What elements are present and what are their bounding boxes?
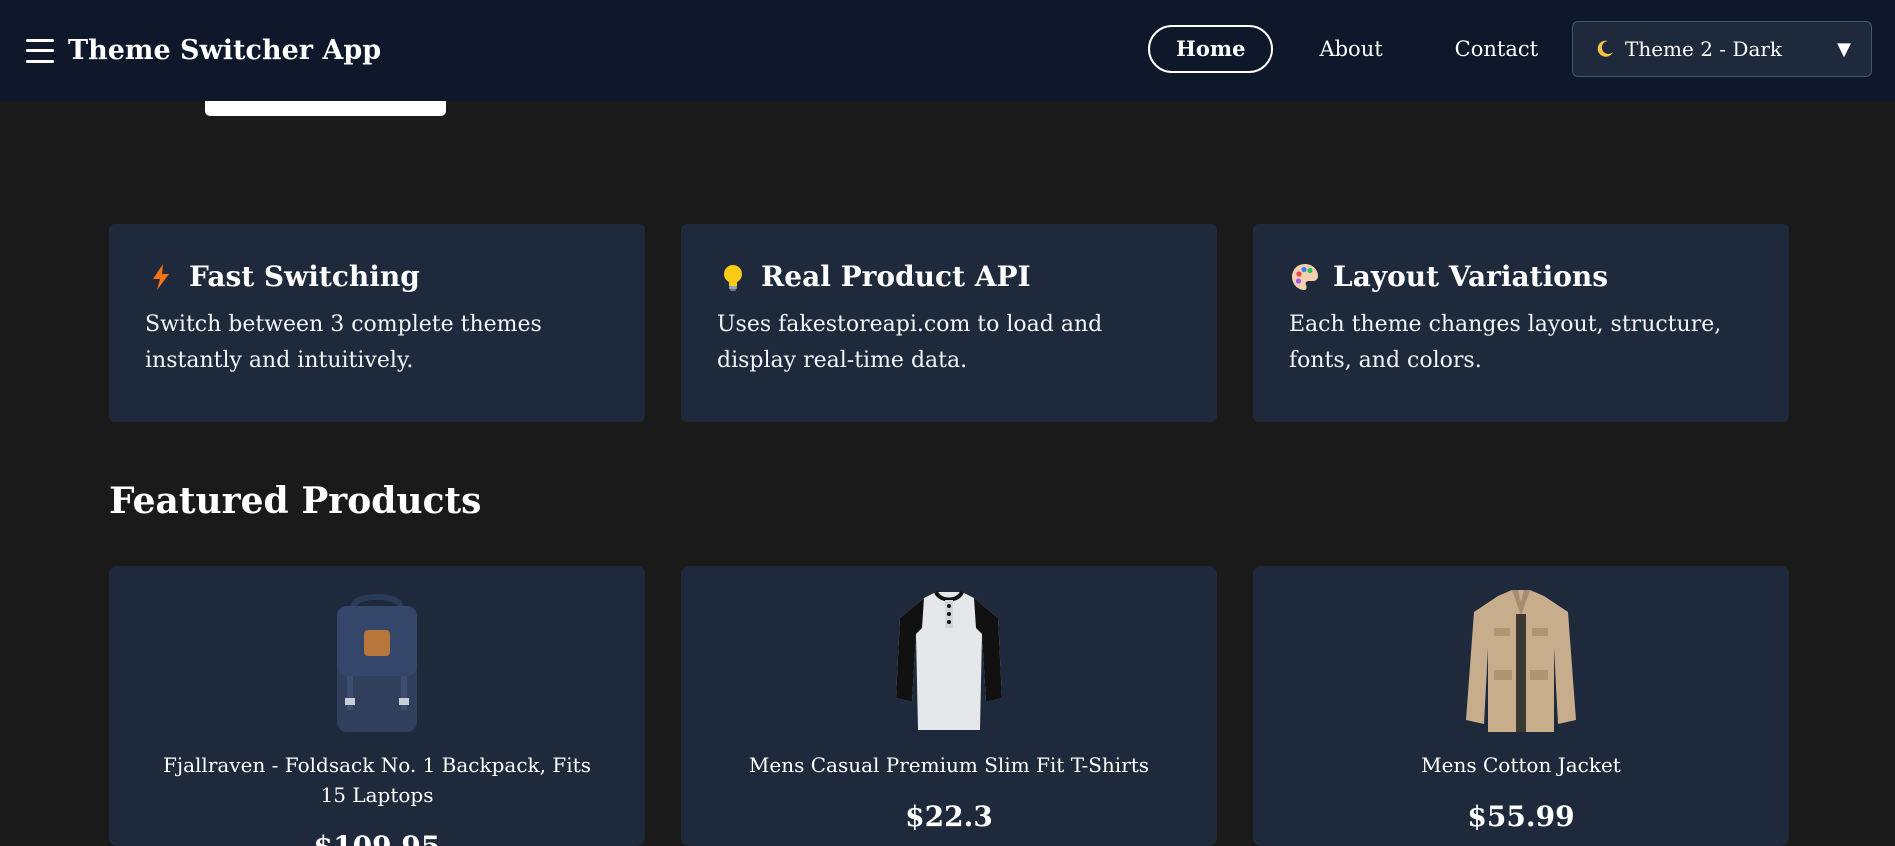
product-price: $109.95 <box>109 830 645 846</box>
theme-select-value: Theme 2 - Dark <box>1625 37 1783 61</box>
nav-about-link[interactable]: About <box>1293 25 1408 73</box>
product-name: Mens Casual Premium Slim Fit T-Shirts <box>748 753 1150 777</box>
feature-card-layout-variations: Layout Variations Each theme changes lay… <box>1253 224 1789 422</box>
nav-contact-link[interactable]: Contact <box>1429 25 1564 73</box>
theme-select-dropdown[interactable]: Theme 2 - Dark ▼ <box>1572 21 1872 77</box>
feature-description: Uses fakestoreapi.com to load and displa… <box>717 312 1103 373</box>
app-title: Theme Switcher App <box>68 35 382 66</box>
chevron-down-icon: ▼ <box>1837 39 1851 60</box>
lightbulb-icon <box>724 264 742 291</box>
tshirt-image <box>896 590 1002 730</box>
feature-title: Real Product API <box>761 260 1031 293</box>
product-price: $22.3 <box>905 800 993 833</box>
feature-description: Each theme changes layout, structure, fo… <box>1289 312 1722 373</box>
nav-links: Home About Contact <box>1148 25 1584 73</box>
product-name: Mens Cotton Jacket <box>1421 753 1621 777</box>
feature-title: Fast Switching <box>189 260 420 293</box>
palette-icon <box>1292 263 1318 290</box>
backpack-image <box>337 594 417 732</box>
top-navbar: Theme Switcher App Home About Contact Th… <box>0 0 1895 101</box>
product-card[interactable]: Fjallraven - Foldsack No. 1 Backpack, Fi… <box>109 566 645 846</box>
lightning-icon <box>153 263 169 290</box>
feature-description: Switch between 3 complete themes instant… <box>145 312 542 373</box>
feature-card-fast-switching: Fast Switching Switch between 3 complete… <box>109 224 645 422</box>
nav-home-link[interactable]: Home <box>1148 25 1274 73</box>
jacket-image <box>1466 590 1576 732</box>
feature-title: Layout Variations <box>1333 260 1609 293</box>
product-card[interactable]: Mens Cotton Jacket $55.99 <box>1253 566 1789 846</box>
hamburger-menu-icon[interactable] <box>26 38 54 63</box>
product-price: $55.99 <box>1467 800 1575 833</box>
product-card[interactable]: Mens Casual Premium Slim Fit T-Shirts $2… <box>681 566 1217 846</box>
moon-icon <box>1597 40 1613 57</box>
product-name: Fjallraven - Foldsack No. 1 Backpack, Fi… <box>163 753 591 807</box>
featured-products-heading: Featured Products <box>109 480 482 522</box>
feature-card-real-product-api: Real Product API Uses fakestoreapi.com t… <box>681 224 1217 422</box>
